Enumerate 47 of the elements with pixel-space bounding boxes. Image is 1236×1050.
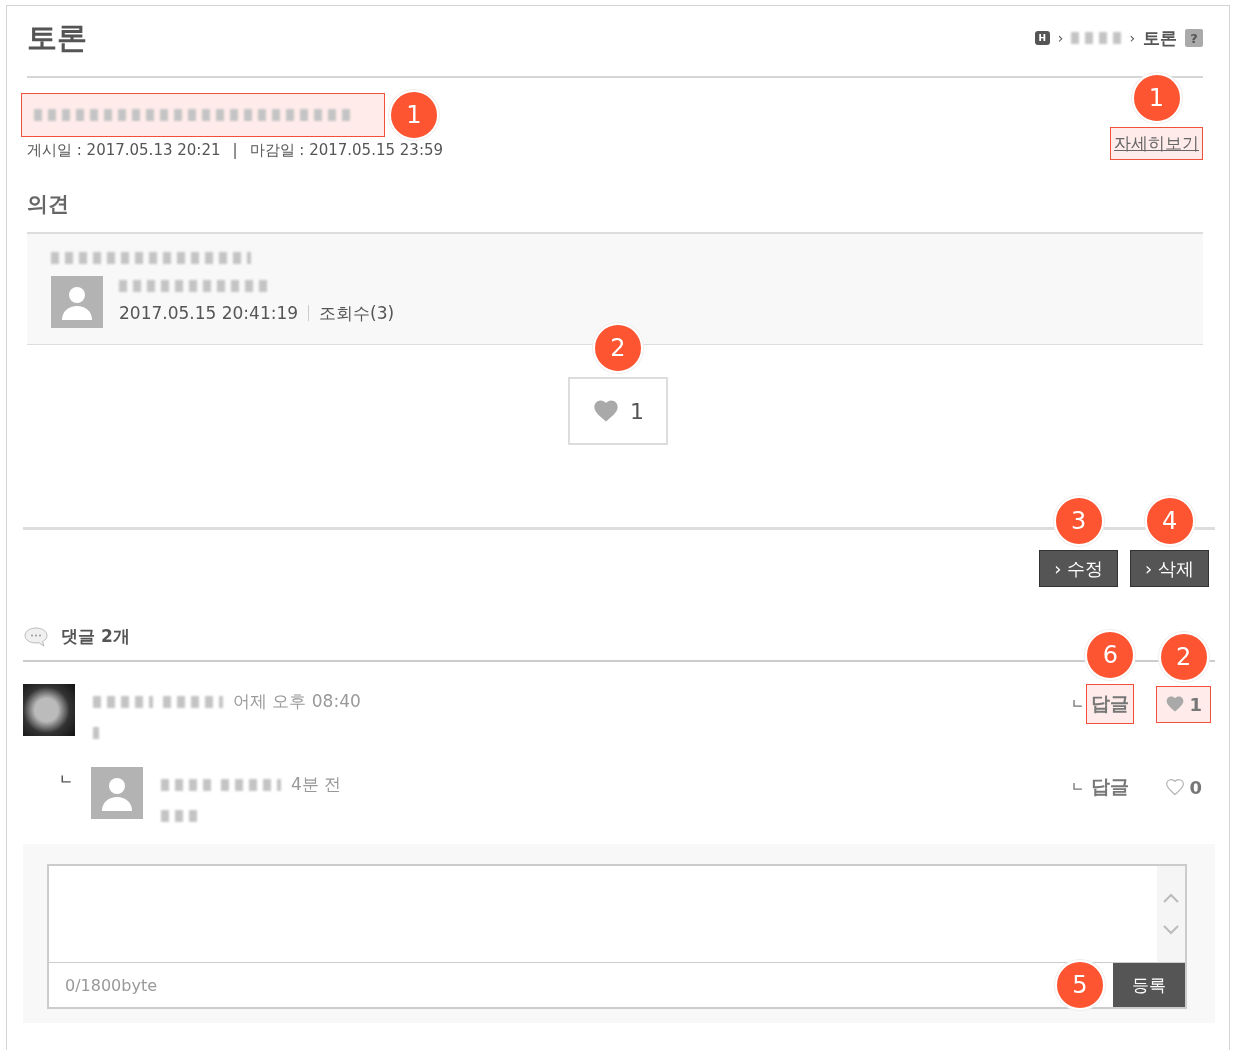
submit-button[interactable]: 등록	[1113, 963, 1185, 1007]
callout-marker: 3	[1053, 496, 1104, 546]
comments-heading: 댓글 2개	[61, 625, 130, 648]
breadcrumb-separator: ›	[1129, 30, 1135, 46]
deadline-date: 마감일 : 2017.05.15 23:59	[249, 141, 444, 160]
callout-marker: 1	[389, 90, 439, 140]
blurred-text	[161, 778, 211, 791]
comment-input-field[interactable]	[49, 866, 1185, 963]
callout-marker: 4	[1144, 496, 1195, 546]
blurred-text	[1071, 32, 1122, 44]
reply-link[interactable]: 답글	[1086, 684, 1135, 724]
like-button[interactable]: 1	[568, 377, 668, 445]
view-count: 조회수(3)	[319, 301, 395, 325]
comment-time: 어제 오후 08:40	[233, 690, 361, 713]
breadcrumb-separator: ›	[1057, 30, 1064, 46]
callout-marker: 5	[1055, 960, 1105, 1010]
section-heading: 의견	[27, 191, 70, 218]
action-button[interactable]: › 수정	[1039, 550, 1119, 587]
callout-marker: 2	[1158, 631, 1209, 682]
callout-marker: 2	[593, 323, 643, 373]
reply-prefix: ㄴ	[1071, 778, 1085, 796]
photo-placeholder	[23, 684, 75, 736]
page-title: 토론	[27, 18, 87, 57]
blurred-text	[221, 778, 281, 791]
callout-marker: 1	[1131, 73, 1182, 123]
detail-link[interactable]: 자세히보기	[1110, 127, 1203, 160]
action-button[interactable]: › 삭제	[1130, 550, 1209, 587]
avatar-icon	[91, 767, 143, 819]
blurred-text	[93, 695, 153, 708]
reply-prefix: ㄴ	[1071, 695, 1085, 713]
meta-separator: |	[232, 141, 238, 160]
help-icon[interactable]: ?	[1185, 29, 1203, 47]
byte-counter: 0/1800byte	[64, 975, 158, 995]
like-button[interactable]: 1	[1156, 685, 1211, 723]
callout-marker: 6	[1085, 630, 1136, 680]
breadcrumb-current: 토론	[1143, 26, 1177, 50]
comment-time: 4분 전	[291, 773, 342, 796]
speech-bubble-icon	[23, 625, 49, 648]
blurred-text	[163, 695, 223, 708]
blurred-text	[93, 727, 99, 739]
home-icon[interactable]: H	[1034, 31, 1050, 45]
posted-date: 게시일 : 2017.05.13 20:21	[27, 141, 221, 160]
like-button[interactable]: 0	[1156, 768, 1211, 806]
avatar-icon	[51, 276, 103, 328]
reply-link[interactable]: 답글	[1086, 767, 1135, 807]
reply-branch-mark: ㄴ	[59, 771, 73, 789]
opinion-date: 2017.05.15 20:41:19	[119, 303, 299, 323]
